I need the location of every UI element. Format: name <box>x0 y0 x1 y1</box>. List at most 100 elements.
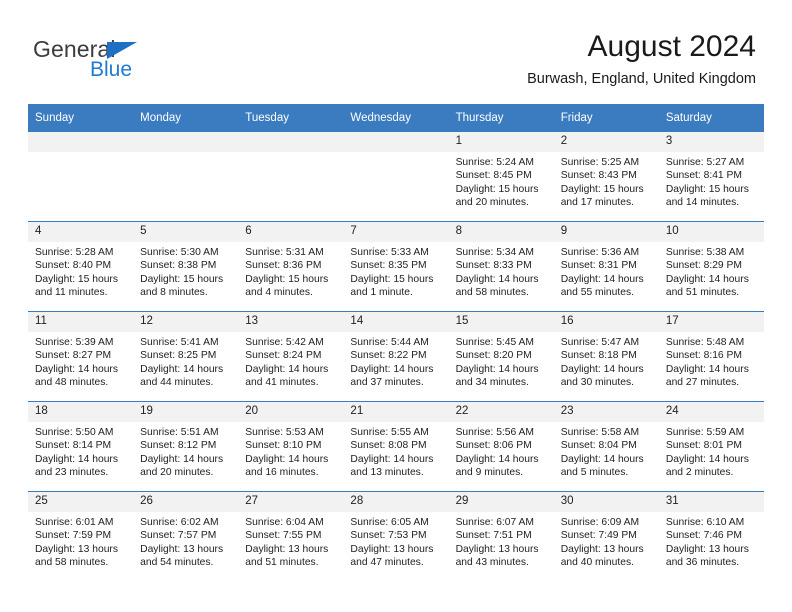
sunset-text: Sunset: 7:57 PM <box>140 530 217 542</box>
calendar-day-cell[interactable]: 14 Sunrise: 5:44 AM Sunset: 8:22 PM Dayligh… <box>343 311 449 402</box>
calendar-day-cell[interactable]: 13 Sunrise: 5:42 AM Sunset: 8:24 PM Dayligh… <box>238 311 344 402</box>
calendar-day-cell[interactable]: 7 Sunrise: 5:33 AM Sunset: 8:35 PM Daylight… <box>343 221 449 312</box>
calendar-week-row: 11 Sunrise: 5:39 AM Sunset: 8:27 PM Dayligh… <box>28 311 764 402</box>
calendar-day-cell[interactable]: 16 Sunrise: 5:47 AM Sunset: 8:18 PM Dayligh… <box>553 311 659 402</box>
calendar-day-cell[interactable]: 11 Sunrise: 5:39 AM Sunset: 8:27 PM Dayligh… <box>28 311 134 402</box>
daylight-text-line2: and 51 minutes. <box>665 286 740 298</box>
sunset-text: Sunset: 7:49 PM <box>560 530 637 542</box>
calendar-day-cell[interactable]: 29 Sunrise: 6:07 AM Sunset: 7:51 PM Dayligh… <box>448 491 554 581</box>
day-number: 31 <box>658 492 764 512</box>
sunrise-text: Sunrise: 6:10 AM <box>665 517 745 528</box>
calendar-day-cell[interactable]: 9 Sunrise: 5:36 AM Sunset: 8:31 PM Daylight… <box>553 221 659 312</box>
sunrise-text: Sunrise: 5:58 AM <box>560 427 640 438</box>
calendar-day-cell[interactable]: 20 Sunrise: 5:53 AM Sunset: 8:10 PM Dayligh… <box>238 401 344 492</box>
daylight-text-line2: and 34 minutes. <box>455 376 529 388</box>
calendar-day-cell[interactable]: 8 Sunrise: 5:34 AM Sunset: 8:33 PM Daylight… <box>448 221 554 312</box>
calendar-day-cell[interactable]: 17 Sunrise: 5:48 AM Sunset: 8:16 PM Dayligh… <box>658 311 764 402</box>
daylight-text-line2: and 37 minutes. <box>350 376 424 388</box>
daylight-text-line2: and 43 minutes. <box>455 556 529 568</box>
calendar-day-cell[interactable]: 12 Sunrise: 5:41 AM Sunset: 8:25 PM Dayligh… <box>133 311 239 402</box>
sunrise-text: Sunrise: 5:34 AM <box>455 247 534 258</box>
calendar-day-cell[interactable]: 31 Sunrise: 6:10 AM Sunset: 7:46 PM Dayligh… <box>658 491 764 581</box>
daylight-text-line1: Daylight: 14 hours <box>560 363 644 375</box>
daylight-text-line2: and 27 minutes. <box>665 376 740 388</box>
daylight-text-line2: and 11 minutes. <box>35 286 108 298</box>
brand-logo[interactable]: General Blue <box>33 36 263 86</box>
sunrise-text: Sunrise: 5:39 AM <box>35 337 114 348</box>
day-details: Sunrise: 6:04 AM Sunset: 7:55 PM Daylight:… <box>238 512 343 569</box>
weekday-header-wednesday: Wednesday <box>343 104 449 132</box>
day-number: 7 <box>343 222 449 242</box>
weekday-header-tuesday: Tuesday <box>238 104 344 132</box>
calendar-day-cell[interactable]: 4 Sunrise: 5:28 AM Sunset: 8:40 PM Daylight… <box>28 221 134 312</box>
calendar-day-cell[interactable]: 18 Sunrise: 5:50 AM Sunset: 8:14 PM Dayligh… <box>28 401 134 492</box>
day-details: Sunrise: 6:07 AM Sunset: 7:51 PM Daylight:… <box>449 512 554 569</box>
daylight-text-line1: Daylight: 14 hours <box>350 453 434 465</box>
calendar-day-cell[interactable]: 22 Sunrise: 5:56 AM Sunset: 8:06 PM Dayligh… <box>448 401 554 492</box>
day-number: 23 <box>553 402 659 422</box>
calendar-day-cell[interactable]: 25 Sunrise: 6:01 AM Sunset: 7:59 PM Dayligh… <box>28 491 134 581</box>
day-details: Sunrise: 5:31 AM Sunset: 8:36 PM Daylight:… <box>238 242 343 299</box>
calendar-day-cell[interactable]: 15 Sunrise: 5:45 AM Sunset: 8:20 PM Dayligh… <box>448 311 554 402</box>
sunrise-text: Sunrise: 5:55 AM <box>350 427 429 438</box>
daylight-text-line2: and 14 minutes. <box>665 196 740 208</box>
sunrise-text: Sunrise: 5:45 AM <box>455 337 534 348</box>
day-number: 14 <box>343 312 449 332</box>
day-details: Sunrise: 6:09 AM Sunset: 7:49 PM Daylight:… <box>554 512 659 569</box>
brand-name-blue: Blue <box>90 58 133 81</box>
day-details: Sunrise: 6:10 AM Sunset: 7:46 PM Daylight:… <box>659 512 764 569</box>
day-number: 11 <box>28 312 134 332</box>
daylight-text-line2: and 44 minutes. <box>140 376 214 388</box>
day-number: 26 <box>133 492 239 512</box>
sunset-text: Sunset: 7:51 PM <box>455 530 532 542</box>
sunset-text: Sunset: 8:41 PM <box>665 170 742 182</box>
calendar-day-cell[interactable]: 3 Sunrise: 5:27 AM Sunset: 8:41 PM Daylight… <box>658 132 764 222</box>
day-details: Sunrise: 5:55 AM Sunset: 8:08 PM Daylight:… <box>343 422 448 479</box>
calendar-day-cell[interactable]: 26 Sunrise: 6:02 AM Sunset: 7:57 PM Dayligh… <box>133 491 239 581</box>
calendar-day-cell[interactable]: 30 Sunrise: 6:09 AM Sunset: 7:49 PM Dayligh… <box>553 491 659 581</box>
day-number: 16 <box>553 312 659 332</box>
calendar-day-cell[interactable]: 2 Sunrise: 5:25 AM Sunset: 8:43 PM Daylight… <box>553 132 659 222</box>
sunrise-text: Sunrise: 5:27 AM <box>665 157 745 168</box>
sunset-text: Sunset: 8:14 PM <box>35 440 112 452</box>
calendar-day-cell[interactable]: 27 Sunrise: 6:04 AM Sunset: 7:55 PM Dayligh… <box>238 491 344 581</box>
calendar-day-cell[interactable]: 28 Sunrise: 6:05 AM Sunset: 7:53 PM Dayligh… <box>343 491 449 581</box>
daylight-text-line1: Daylight: 15 hours <box>350 273 434 285</box>
sunset-text: Sunset: 8:35 PM <box>350 260 427 272</box>
daylight-text-line2: and 16 minutes. <box>245 466 319 478</box>
calendar-day-cell[interactable]: 10 Sunrise: 5:38 AM Sunset: 8:29 PM Dayligh… <box>658 221 764 312</box>
day-details: Sunrise: 5:30 AM Sunset: 8:38 PM Daylight:… <box>133 242 238 299</box>
daylight-text-line2: and 20 minutes. <box>455 196 529 208</box>
sunset-text: Sunset: 8:24 PM <box>245 350 322 362</box>
calendar-day-cell[interactable]: 5 Sunrise: 5:30 AM Sunset: 8:38 PM Daylight… <box>133 221 239 312</box>
day-details: Sunrise: 5:50 AM Sunset: 8:14 PM Daylight:… <box>28 422 133 479</box>
calendar-day-cell[interactable]: 19 Sunrise: 5:51 AM Sunset: 8:12 PM Dayligh… <box>133 401 239 492</box>
calendar-day-cell[interactable]: 23 Sunrise: 5:58 AM Sunset: 8:04 PM Dayligh… <box>553 401 659 492</box>
calendar-day-cell-empty <box>133 132 239 222</box>
calendar-day-cell[interactable]: 6 Sunrise: 5:31 AM Sunset: 8:36 PM Daylight… <box>238 221 344 312</box>
sunrise-text: Sunrise: 5:41 AM <box>140 337 219 348</box>
daylight-text-line1: Daylight: 13 hours <box>35 543 118 555</box>
weekday-header-sunday: Sunday <box>28 104 134 132</box>
title-block: August 2024 Burwash, England, United Kin… <box>527 30 756 88</box>
day-details: Sunrise: 5:24 AM Sunset: 8:45 PM Daylight:… <box>449 152 554 209</box>
daylight-text-line1: Daylight: 14 hours <box>140 453 224 465</box>
daylight-text-line1: Daylight: 14 hours <box>560 273 644 285</box>
day-number: 21 <box>343 402 449 422</box>
page-header: General Blue August 2024 Burwash, Englan… <box>0 0 792 100</box>
calendar-day-cell[interactable]: 1 Sunrise: 5:24 AM Sunset: 8:45 PM Daylight… <box>448 132 554 222</box>
daylight-text-line1: Daylight: 14 hours <box>245 453 329 465</box>
daylight-text-line2: and 8 minutes. <box>140 286 208 298</box>
calendar-day-cell-empty <box>343 132 449 222</box>
calendar-day-cell[interactable]: 21 Sunrise: 5:55 AM Sunset: 8:08 PM Dayligh… <box>343 401 449 492</box>
day-number: 24 <box>658 402 764 422</box>
day-number: 10 <box>658 222 764 242</box>
sunset-text: Sunset: 8:10 PM <box>245 440 322 452</box>
day-number: 6 <box>238 222 344 242</box>
daylight-text-line2: and 40 minutes. <box>560 556 634 568</box>
sunset-text: Sunset: 8:43 PM <box>560 170 637 182</box>
calendar-day-cell[interactable]: 24 Sunrise: 5:59 AM Sunset: 8:01 PM Dayligh… <box>658 401 764 492</box>
day-details: Sunrise: 6:02 AM Sunset: 7:57 PM Daylight:… <box>133 512 238 569</box>
calendar-table: Sunday Monday Tuesday Wednesday Thursday… <box>28 104 764 581</box>
sunset-text: Sunset: 8:06 PM <box>455 440 532 452</box>
